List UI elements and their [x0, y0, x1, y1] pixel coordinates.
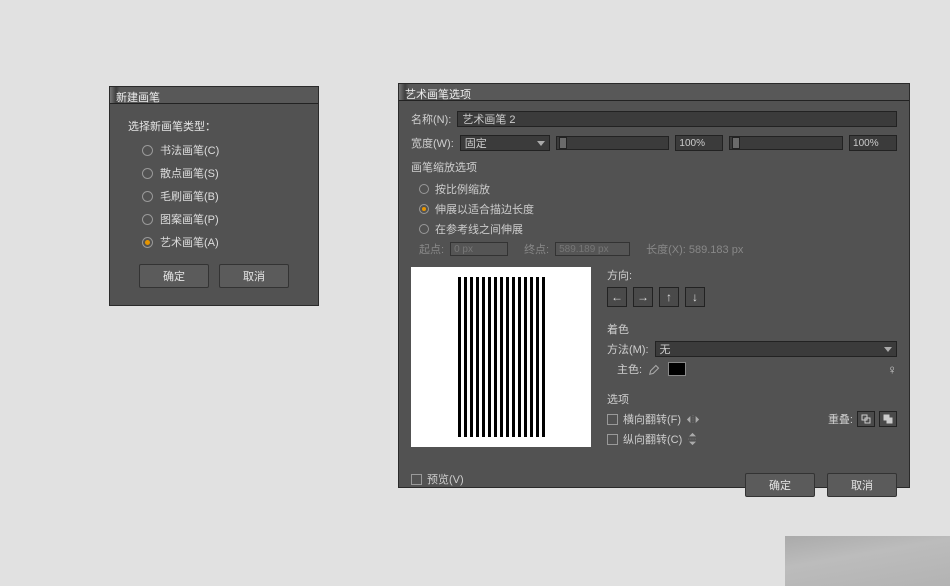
width-slider[interactable]: [556, 136, 670, 150]
checkbox-icon: [607, 434, 618, 445]
eyedropper-icon[interactable]: [648, 362, 662, 376]
radio-scale-proportional[interactable]: 按比例缩放: [419, 181, 897, 197]
radio-dot-icon: [142, 145, 153, 156]
chevron-down-icon: [537, 141, 545, 146]
width-value[interactable]: 100%: [675, 135, 723, 151]
radio-dot-icon: [142, 237, 153, 248]
cancel-button[interactable]: 取消: [827, 473, 897, 497]
direction-down-button[interactable]: ↓: [685, 287, 705, 307]
direction-right-button[interactable]: →: [633, 287, 653, 307]
radio-dot-icon: [419, 224, 429, 234]
flip-vertical-checkbox[interactable]: 纵向翻转(C): [607, 431, 698, 447]
name-label: 名称(N):: [411, 111, 451, 127]
tip-icon[interactable]: ♀: [887, 362, 897, 377]
method-label: 方法(M):: [607, 341, 649, 357]
radio-bristle-brush[interactable]: 毛刷画笔(B): [142, 188, 300, 204]
dialog-title[interactable]: 新建画笔: [110, 87, 318, 104]
radio-label: 毛刷画笔(B): [160, 188, 219, 204]
radio-dot-icon: [142, 214, 153, 225]
radio-dot-icon: [419, 204, 429, 214]
radio-dot-icon: [142, 168, 153, 179]
radio-label: 艺术画笔(A): [160, 234, 219, 250]
direction-left-button[interactable]: ←: [607, 287, 627, 307]
width-label: 宽度(W):: [411, 135, 454, 151]
radio-stretch-between-guides[interactable]: 在参考线之间伸展: [419, 221, 897, 237]
checkbox-icon: [411, 474, 422, 485]
art-brush-options-dialog: 艺术画笔选项 名称(N): 宽度(W): 固定 100% 100% 画笔缩放选: [398, 83, 910, 488]
section-label: 选择新画笔类型：: [128, 118, 300, 134]
dropdown-value: 无: [660, 341, 671, 357]
flip-vertical-icon: [687, 432, 698, 446]
color-method-dropdown[interactable]: 无: [655, 341, 897, 357]
scale-group-title: 画笔缩放选项: [411, 159, 897, 175]
dialog-title[interactable]: 艺术画笔选项: [399, 84, 909, 101]
start-label: 起点:: [419, 241, 444, 257]
direction-title: 方向:: [607, 267, 897, 283]
name-input[interactable]: [457, 111, 897, 127]
radio-pattern-brush[interactable]: 图案画笔(P): [142, 211, 300, 227]
checkbox-label: 预览(V): [427, 471, 464, 487]
dialog-title-text: 新建画笔: [116, 92, 160, 104]
radio-label: 图案画笔(P): [160, 211, 219, 227]
flip-horizontal-checkbox[interactable]: 横向翻转(F): [607, 411, 700, 427]
overlap-option-1[interactable]: [857, 411, 875, 427]
end-value: 589.189 px: [555, 242, 630, 256]
radio-label: 按比例缩放: [435, 181, 490, 197]
keycolor-label: 主色:: [617, 361, 642, 377]
corner-decoration: [785, 536, 950, 586]
slider-thumb[interactable]: [732, 137, 740, 149]
width-slider-2[interactable]: [729, 136, 843, 150]
checkbox-label: 横向翻转(F): [623, 411, 681, 427]
checkbox-icon: [607, 414, 618, 425]
radio-scatter-brush[interactable]: 散点画笔(S): [142, 165, 300, 181]
width-value-2[interactable]: 100%: [849, 135, 897, 151]
overlap-label: 重叠:: [828, 411, 853, 427]
dialog-title-text: 艺术画笔选项: [405, 89, 471, 101]
checkbox-label: 纵向翻转(C): [623, 431, 682, 447]
new-brush-dialog: 新建画笔 选择新画笔类型： 书法画笔(C) 散点画笔(S) 毛刷画笔(B) 图案…: [109, 86, 319, 306]
chevron-down-icon: [884, 347, 892, 352]
width-mode-dropdown[interactable]: 固定: [460, 135, 550, 151]
preview-checkbox[interactable]: 预览(V): [411, 471, 464, 487]
radio-label: 在参考线之间伸展: [435, 221, 523, 237]
flip-horizontal-icon: [686, 414, 700, 425]
slider-thumb[interactable]: [559, 137, 567, 149]
start-value: 0 px: [450, 242, 508, 256]
overlap-option-2[interactable]: [879, 411, 897, 427]
ok-button[interactable]: 确定: [745, 473, 815, 497]
keycolor-swatch[interactable]: [668, 362, 686, 376]
preview-stripes: [458, 277, 545, 437]
cancel-button[interactable]: 取消: [219, 264, 289, 288]
dropdown-value: 固定: [465, 135, 487, 151]
color-title: 着色: [607, 321, 897, 337]
end-label: 终点:: [524, 241, 549, 257]
radio-label: 伸展以适合描边长度: [435, 201, 534, 217]
length-label: 长度(X): 589.183 px: [646, 241, 743, 257]
radio-stretch-to-fit[interactable]: 伸展以适合描边长度: [419, 201, 897, 217]
brush-preview: [411, 267, 591, 447]
ok-button[interactable]: 确定: [139, 264, 209, 288]
radio-dot-icon: [419, 184, 429, 194]
options-title: 选项: [607, 391, 897, 407]
radio-calligraphy-brush[interactable]: 书法画笔(C): [142, 142, 300, 158]
radio-label: 书法画笔(C): [160, 142, 219, 158]
direction-up-button[interactable]: ↑: [659, 287, 679, 307]
radio-label: 散点画笔(S): [160, 165, 219, 181]
radio-dot-icon: [142, 191, 153, 202]
radio-art-brush[interactable]: 艺术画笔(A): [142, 234, 300, 250]
